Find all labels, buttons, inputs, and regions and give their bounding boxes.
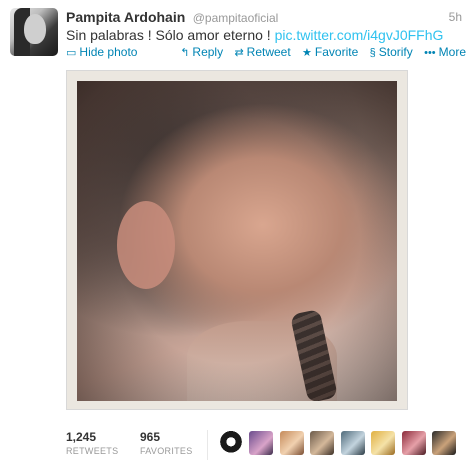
author-fullname[interactable]: Pampita Ardohain: [66, 9, 185, 25]
stats-divider: [207, 430, 208, 460]
avatar[interactable]: [10, 8, 58, 56]
tweet-photo-link[interactable]: pic.twitter.com/i4gvJ0FFhG: [275, 27, 444, 43]
retweet-button[interactable]: ⇄ Retweet: [234, 45, 290, 59]
favoriter-avatar[interactable]: [219, 431, 243, 455]
favoriter-avatar[interactable]: [310, 431, 335, 455]
more-button[interactable]: ••• More: [424, 45, 466, 59]
tweet-text: Sin palabras ! Sólo amor eterno ! pic.tw…: [66, 27, 443, 43]
tweet-timestamp[interactable]: 5h: [449, 10, 462, 24]
tweet-card: Pampita Ardohain @pampitaoficial 5h Sin …: [0, 0, 474, 464]
favoriter-avatar[interactable]: [401, 431, 426, 455]
favorites-stat[interactable]: 965 FAVORITES: [140, 430, 193, 456]
storify-button[interactable]: § Storify: [370, 45, 413, 59]
storify-label: Storify: [378, 45, 413, 59]
photo-vignette: [77, 81, 397, 401]
favorite-button[interactable]: ★ Favorite: [302, 45, 358, 59]
tweet-actions: ▭ Hide photo ↰ Reply ⇄ Retweet ★ Favorite § S…: [66, 45, 466, 61]
author-username[interactable]: @pampitaoficial: [193, 11, 279, 25]
favoriter-avatars: [219, 431, 458, 455]
more-label: More: [438, 45, 466, 59]
tweet-header: Pampita Ardohain @pampitaoficial: [66, 9, 278, 27]
favoriter-avatar[interactable]: [432, 431, 457, 455]
retweets-label: RETWEETS: [66, 446, 119, 456]
retweets-stat[interactable]: 1,245 RETWEETS: [66, 430, 118, 456]
tweet-photo[interactable]: [77, 81, 397, 401]
hide-photo-button[interactable]: ▭ Hide photo: [66, 45, 137, 59]
retweet-icon: ⇄: [234, 47, 244, 59]
reply-button[interactable]: ↰ Reply: [180, 45, 223, 59]
favoriter-avatar[interactable]: [249, 431, 274, 455]
tweet-photo-frame[interactable]: [66, 70, 408, 410]
star-icon: ★: [302, 47, 312, 59]
photo-icon: ▭: [66, 47, 77, 59]
tweet-text-body: Sin palabras ! Sólo amor eterno !: [66, 27, 275, 43]
hide-photo-label: Hide photo: [79, 45, 138, 59]
retweet-label: Retweet: [246, 45, 291, 59]
favorite-label: Favorite: [314, 45, 359, 59]
favoriter-avatar[interactable]: [371, 431, 396, 455]
reply-arrow-icon: ↰: [180, 47, 190, 59]
ellipsis-icon: •••: [424, 47, 436, 59]
avatar-face: [24, 14, 46, 44]
favoriter-avatar[interactable]: [279, 431, 304, 455]
reply-label: Reply: [192, 45, 224, 59]
retweets-count: 1,245: [66, 430, 97, 444]
favorites-count: 965: [140, 430, 161, 444]
storify-icon: §: [369, 47, 376, 59]
favoriter-avatar[interactable]: [340, 431, 365, 455]
action-links: ↰ Reply ⇄ Retweet ★ Favorite § Storify ••• Mo…: [172, 45, 466, 59]
favorites-label: FAVORITES: [140, 446, 193, 456]
